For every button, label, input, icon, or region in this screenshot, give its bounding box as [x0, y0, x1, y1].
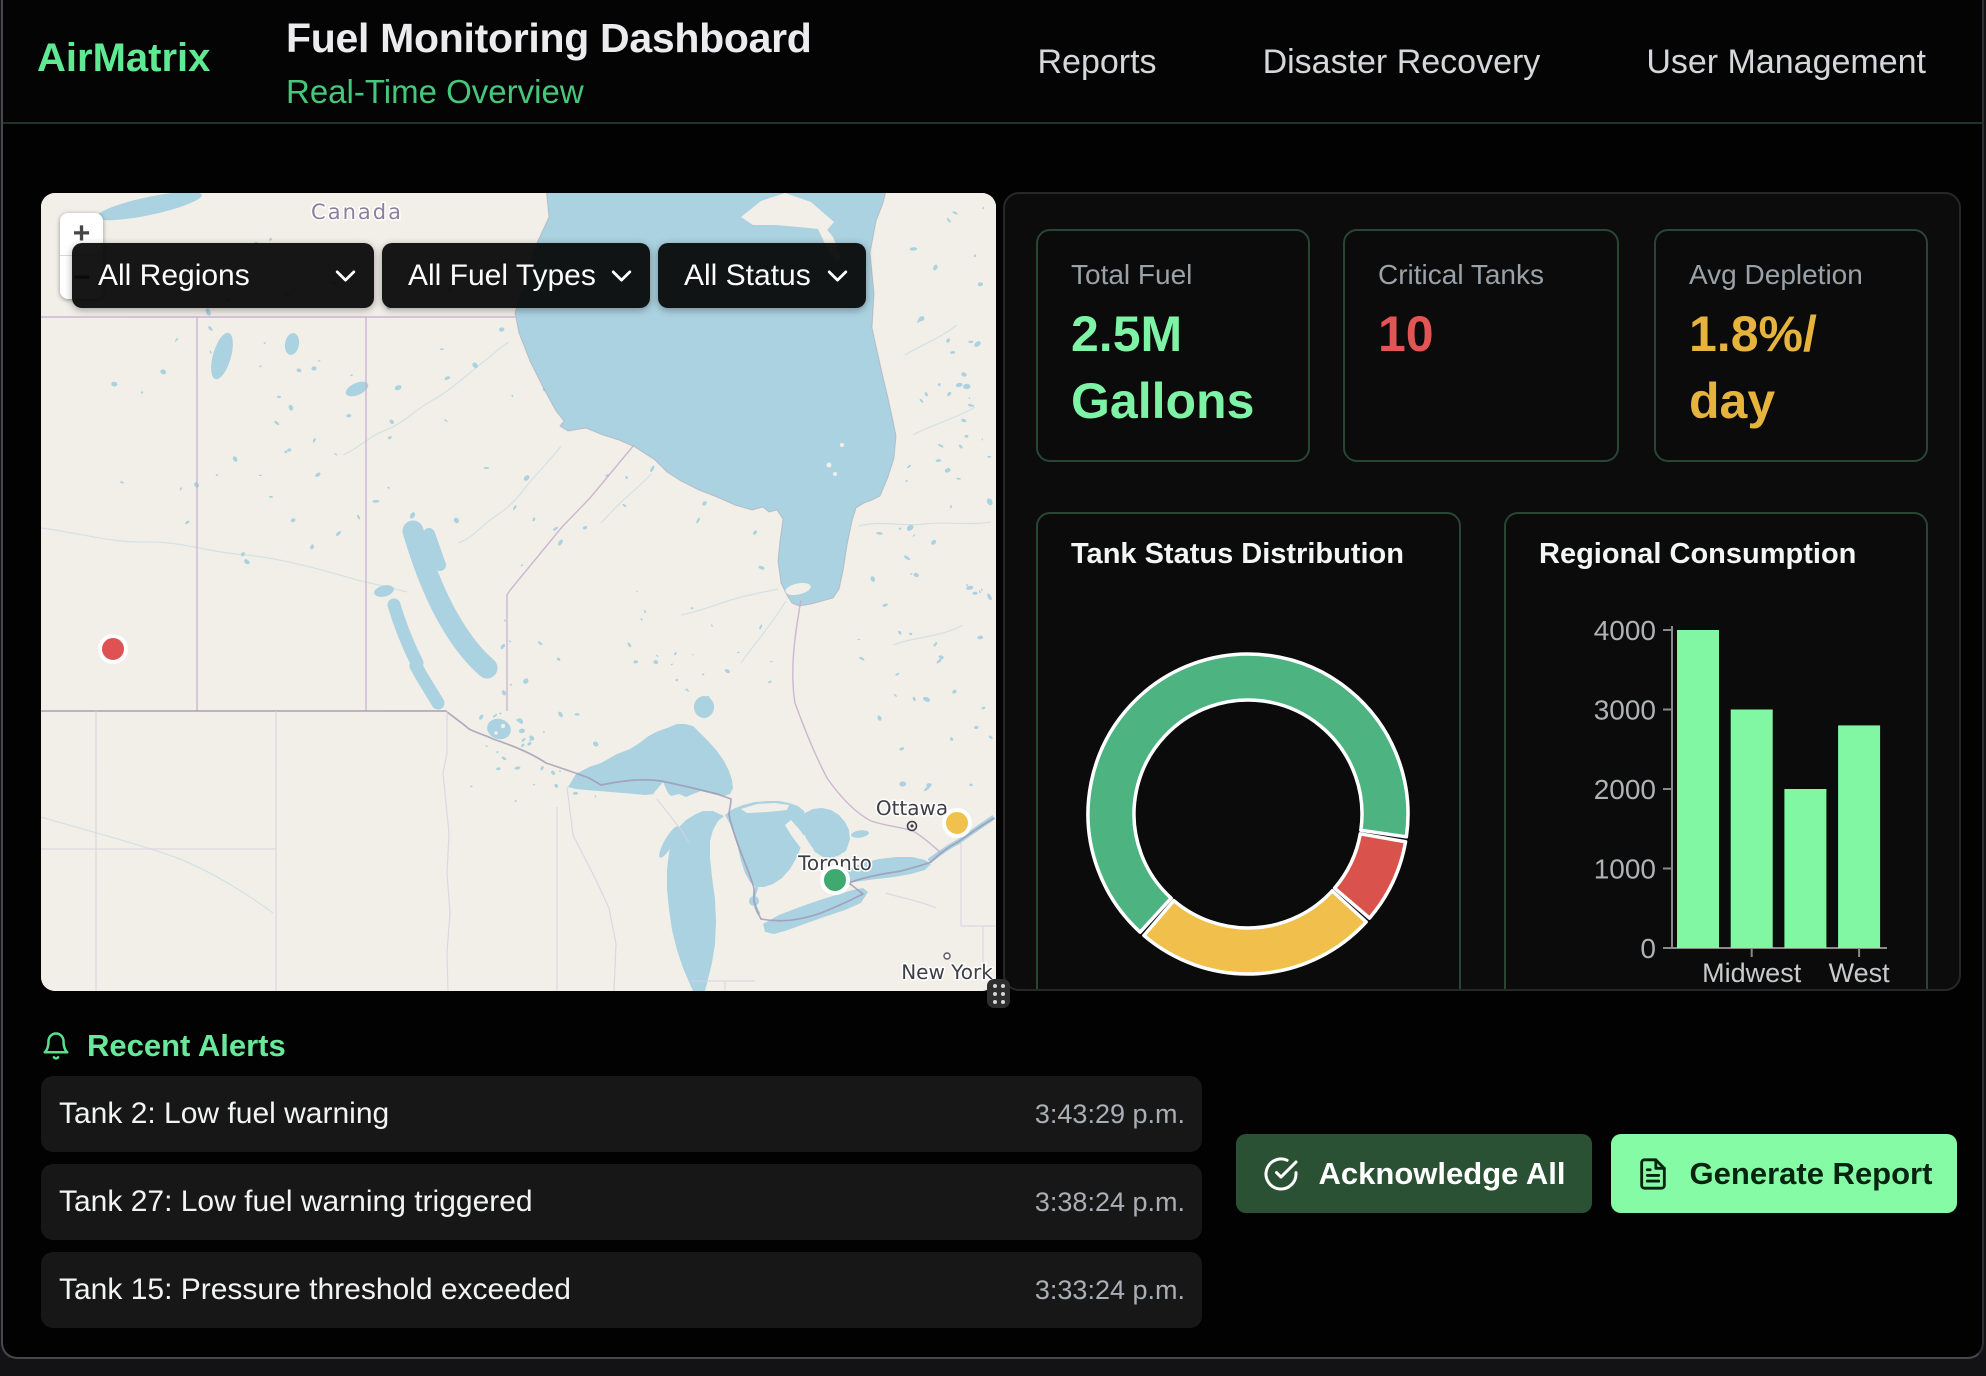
alerts-header: Recent Alerts — [41, 1028, 286, 1064]
donut-segment-warning[interactable] — [1144, 891, 1366, 974]
acknowledge-all-label: Acknowledge All — [1319, 1156, 1566, 1192]
alert-message: Tank 27: Low fuel warning triggered — [59, 1164, 533, 1240]
alert-row[interactable]: Tank 27: Low fuel warning triggered 3:38… — [41, 1164, 1202, 1240]
acknowledge-all-button[interactable]: Acknowledge All — [1236, 1134, 1592, 1213]
marker-normal[interactable] — [822, 867, 848, 893]
map-label-ottawa: Ottawa — [876, 796, 948, 820]
filter-fuel-types-value: All Fuel Types — [408, 259, 596, 293]
stat-label: Avg Depletion — [1689, 259, 1863, 291]
resize-handle[interactable] — [987, 979, 1010, 1008]
donut-chart — [1038, 514, 1463, 991]
alerts-title: Recent Alerts — [87, 1028, 286, 1064]
stat-value: 1.8%/ day — [1689, 301, 1817, 435]
bar-chart: 0 1000 2000 3000 4000 Midwest West — [1506, 514, 1930, 991]
alert-message: Tank 15: Pressure threshold exceeded — [59, 1252, 571, 1328]
chevron-down-icon — [827, 270, 848, 282]
bar-3[interactable] — [1838, 725, 1880, 948]
map-label-newyork: New York — [901, 960, 993, 984]
alert-row[interactable]: Tank 2: Low fuel warning 3:43:29 p.m. — [41, 1076, 1202, 1152]
bar-xlabel: West — [1829, 958, 1891, 988]
app-window: AirMatrix Fuel Monitoring Dashboard Real… — [1, 0, 1984, 1359]
page-subtitle: Real-Time Overview — [286, 73, 584, 111]
generate-report-button[interactable]: Generate Report — [1611, 1134, 1957, 1213]
nav-disaster-recovery[interactable]: Disaster Recovery — [1263, 43, 1541, 82]
stat-value: 2.5M Gallons — [1071, 301, 1254, 435]
stat-card-critical-tanks: Critical Tanks 10 — [1343, 229, 1619, 462]
brand-logo: AirMatrix — [37, 36, 210, 81]
map-label-country: Canada — [311, 200, 403, 224]
chevron-down-icon — [611, 270, 632, 282]
map-filters: All Regions All Fuel Types All Status — [72, 243, 866, 308]
bar-ytick: 2000 — [1594, 774, 1656, 805]
stat-label: Total Fuel — [1071, 259, 1192, 291]
bar-ytick: 1000 — [1594, 854, 1656, 885]
chevron-down-icon — [335, 270, 356, 282]
filter-status[interactable]: All Status — [658, 243, 866, 308]
stat-value: 10 — [1378, 301, 1434, 368]
check-circle-icon — [1263, 1156, 1299, 1192]
stat-card-avg-depletion: Avg Depletion 1.8%/ day — [1654, 229, 1928, 462]
chart-card-tank-status: Tank Status Distribution — [1036, 512, 1461, 991]
filter-regions-value: All Regions — [98, 259, 250, 293]
marker-critical[interactable] — [100, 636, 126, 662]
bar-2[interactable] — [1784, 789, 1826, 948]
alert-message: Tank 2: Low fuel warning — [59, 1076, 389, 1152]
page-title: Fuel Monitoring Dashboard — [286, 15, 811, 62]
stat-card-total-fuel: Total Fuel 2.5M Gallons — [1036, 229, 1310, 462]
alert-time: 3:33:24 p.m. — [1035, 1252, 1185, 1328]
map-panel: Canada Ottawa Toronto New York + − All R… — [41, 193, 996, 991]
alert-time: 3:43:29 p.m. — [1035, 1076, 1185, 1152]
alert-row[interactable]: Tank 15: Pressure threshold exceeded 3:3… — [41, 1252, 1202, 1328]
map-canvas[interactable]: Canada Ottawa Toronto New York — [41, 193, 996, 991]
nav-user-management[interactable]: User Management — [1646, 43, 1926, 82]
marker-warning[interactable] — [944, 810, 970, 836]
nav-reports[interactable]: Reports — [1038, 43, 1157, 82]
bar-0[interactable] — [1677, 630, 1719, 948]
bar-1[interactable] — [1731, 710, 1773, 949]
alert-time: 3:38:24 p.m. — [1035, 1164, 1185, 1240]
main-nav: Reports Disaster Recovery User Managemen… — [1038, 0, 1927, 124]
bar-xlabel: Midwest — [1702, 958, 1802, 988]
bar-ytick: 3000 — [1594, 695, 1656, 726]
filter-status-value: All Status — [684, 259, 811, 293]
generate-report-label: Generate Report — [1690, 1156, 1933, 1192]
dashboard-panel: Total Fuel 2.5M Gallons Critical Tanks 1… — [1003, 192, 1961, 991]
chart-card-regional-consumption: Regional Consumption 01000200030004000Mi… — [1504, 512, 1928, 991]
filter-regions[interactable]: All Regions — [72, 243, 374, 308]
header: AirMatrix Fuel Monitoring Dashboard Real… — [3, 0, 1982, 124]
document-icon — [1636, 1157, 1670, 1191]
filter-fuel-types[interactable]: All Fuel Types — [382, 243, 650, 308]
stat-label: Critical Tanks — [1378, 259, 1544, 291]
bar-ytick: 4000 — [1594, 615, 1656, 646]
bar-ytick: 0 — [1640, 933, 1656, 964]
bell-icon — [41, 1030, 71, 1062]
